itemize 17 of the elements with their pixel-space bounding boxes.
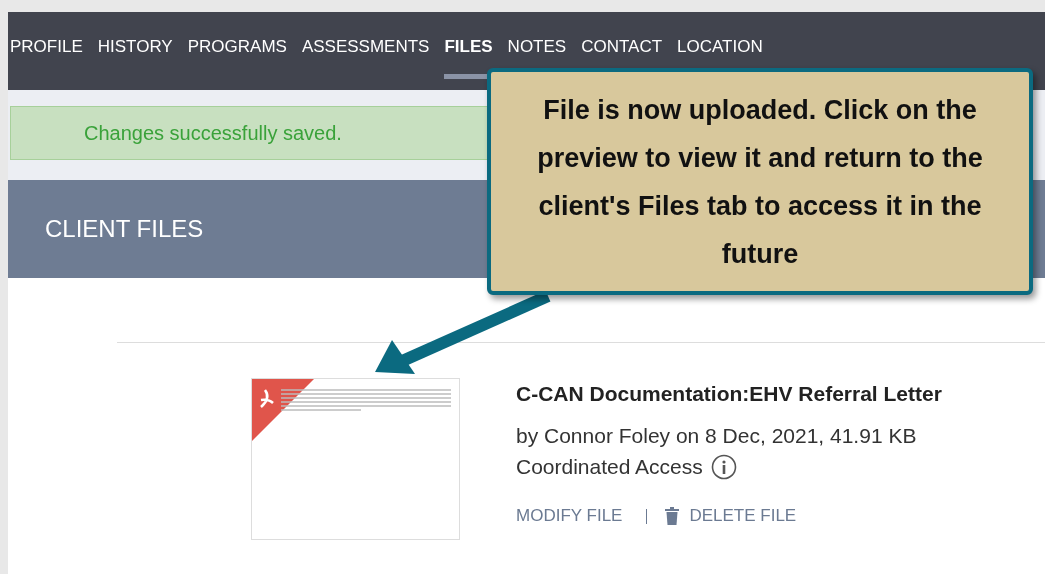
callout-tooltip: File is now uploaded. Click on the preview to view it and return to the client's Files tab to access it in the future	[487, 68, 1033, 295]
nav-tab[interactable]: ASSESSMENTS	[301, 35, 430, 59]
nav-tab[interactable]: CONTACT	[581, 35, 663, 59]
info-icon[interactable]	[710, 454, 737, 480]
file-meta: by Connor Foley on 8 Dec, 2021, 41.91 KB	[516, 424, 918, 448]
section-title: CLIENT FILES	[45, 215, 204, 243]
file-action-link[interactable]: DELETE FILE	[665, 506, 797, 526]
file-action-link[interactable]: MODIFY FILE	[516, 506, 623, 526]
nav-tab[interactable]: LOCATION	[677, 35, 763, 59]
trash-icon	[665, 507, 680, 525]
nav-tab[interactable]: PROGRAMS	[187, 35, 287, 59]
nav-tab[interactable]: PROFILE	[10, 35, 83, 59]
file-category: Coordinated Access	[516, 455, 703, 479]
file-title[interactable]: C-CAN Documentation:EHV Referral Letter	[516, 382, 942, 406]
nav-tab[interactable]: HISTORY	[97, 35, 173, 59]
nav-tab[interactable]: NOTES	[507, 35, 567, 59]
pdf-preview-drawing[interactable]	[251, 378, 460, 540]
